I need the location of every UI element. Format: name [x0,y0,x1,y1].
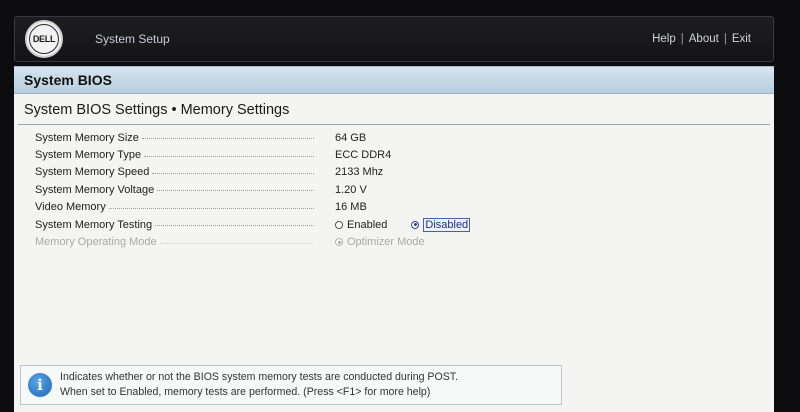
dell-logo: DELL [25,20,63,58]
help-box: i Indicates whether or not the BIOS syst… [20,365,562,405]
radio-unselected-icon [335,220,343,229]
radio-label: Disabled [423,217,471,232]
setting-row-memory-speed: System Memory Speed 2133 Mhz [14,164,774,181]
dell-logo-text: DELL [29,24,59,54]
leader-dots [157,190,314,192]
section-title: System BIOS [14,66,774,94]
setting-label: System Memory Speed [35,166,153,179]
setting-row-operating-mode: Memory Operating Mode Optimizer Mode [14,233,774,250]
optimizer-mode-radio: Optimizer Mode [335,236,425,248]
top-nav: Help | About | Exit [652,33,751,45]
title-divider [18,124,770,125]
setting-value: 2133 Mhz [335,166,384,179]
setting-row-memory-voltage: System Memory Voltage 1.20 V [14,181,774,198]
memory-testing-radio-group: Enabled Disabled [335,217,494,232]
nav-separator: | [680,33,684,45]
memory-testing-disabled-radio[interactable]: Disabled [411,217,471,232]
leader-dots [152,172,314,174]
memory-testing-enabled-radio[interactable]: Enabled [335,219,387,231]
radio-label: Enabled [347,218,388,231]
about-link[interactable]: About [689,33,719,45]
exit-link[interactable]: Exit [732,33,751,45]
settings-list: System Memory Size 64 GB System Memory T… [14,129,774,251]
setting-label: System Memory Testing [35,218,156,231]
setting-row-memory-type: System Memory Type ECC DDR4 [14,146,774,163]
operating-mode-radio-group: Optimizer Mode [335,236,449,248]
info-icon: i [28,373,52,397]
main-panel: System BIOS System BIOS Settings • Memor… [14,66,774,412]
help-link[interactable]: Help [652,33,676,45]
setting-label: Memory Operating Mode [35,236,160,249]
help-text: Indicates whether or not the BIOS system… [60,370,458,400]
radio-selected-icon [335,238,343,247]
setting-label: System Memory Voltage [35,183,158,196]
setting-label: System Memory Type [35,149,145,162]
app-title: System Setup [95,32,170,46]
radio-label: Optimizer Mode [347,236,425,249]
help-line-1: Indicates whether or not the BIOS system… [60,371,459,383]
leader-dots [159,242,314,244]
leader-dots [155,225,314,227]
header-bar: DELL System Setup Help | About | Exit [14,16,774,62]
leader-dots [108,207,314,209]
leader-dots [141,138,314,140]
setting-label: Video Memory [35,201,109,214]
page-title: System BIOS Settings • Memory Settings [24,102,290,118]
setting-row-memory-testing: System Memory Testing Enabled Disabled [14,216,774,233]
setting-value: 1.20 V [335,183,367,196]
leader-dots [144,155,314,157]
setting-value: 64 GB [335,131,367,144]
setting-value: 16 MB [335,201,367,214]
setting-row-video-memory: Video Memory 16 MB [14,199,774,216]
help-line-2: When set to Enabled, memory tests are pe… [60,386,431,398]
setting-row-memory-size: System Memory Size 64 GB [14,129,774,146]
radio-selected-icon [411,220,420,229]
nav-separator: | [723,33,727,45]
setting-label: System Memory Size [35,131,142,144]
setting-value: ECC DDR4 [335,149,392,162]
